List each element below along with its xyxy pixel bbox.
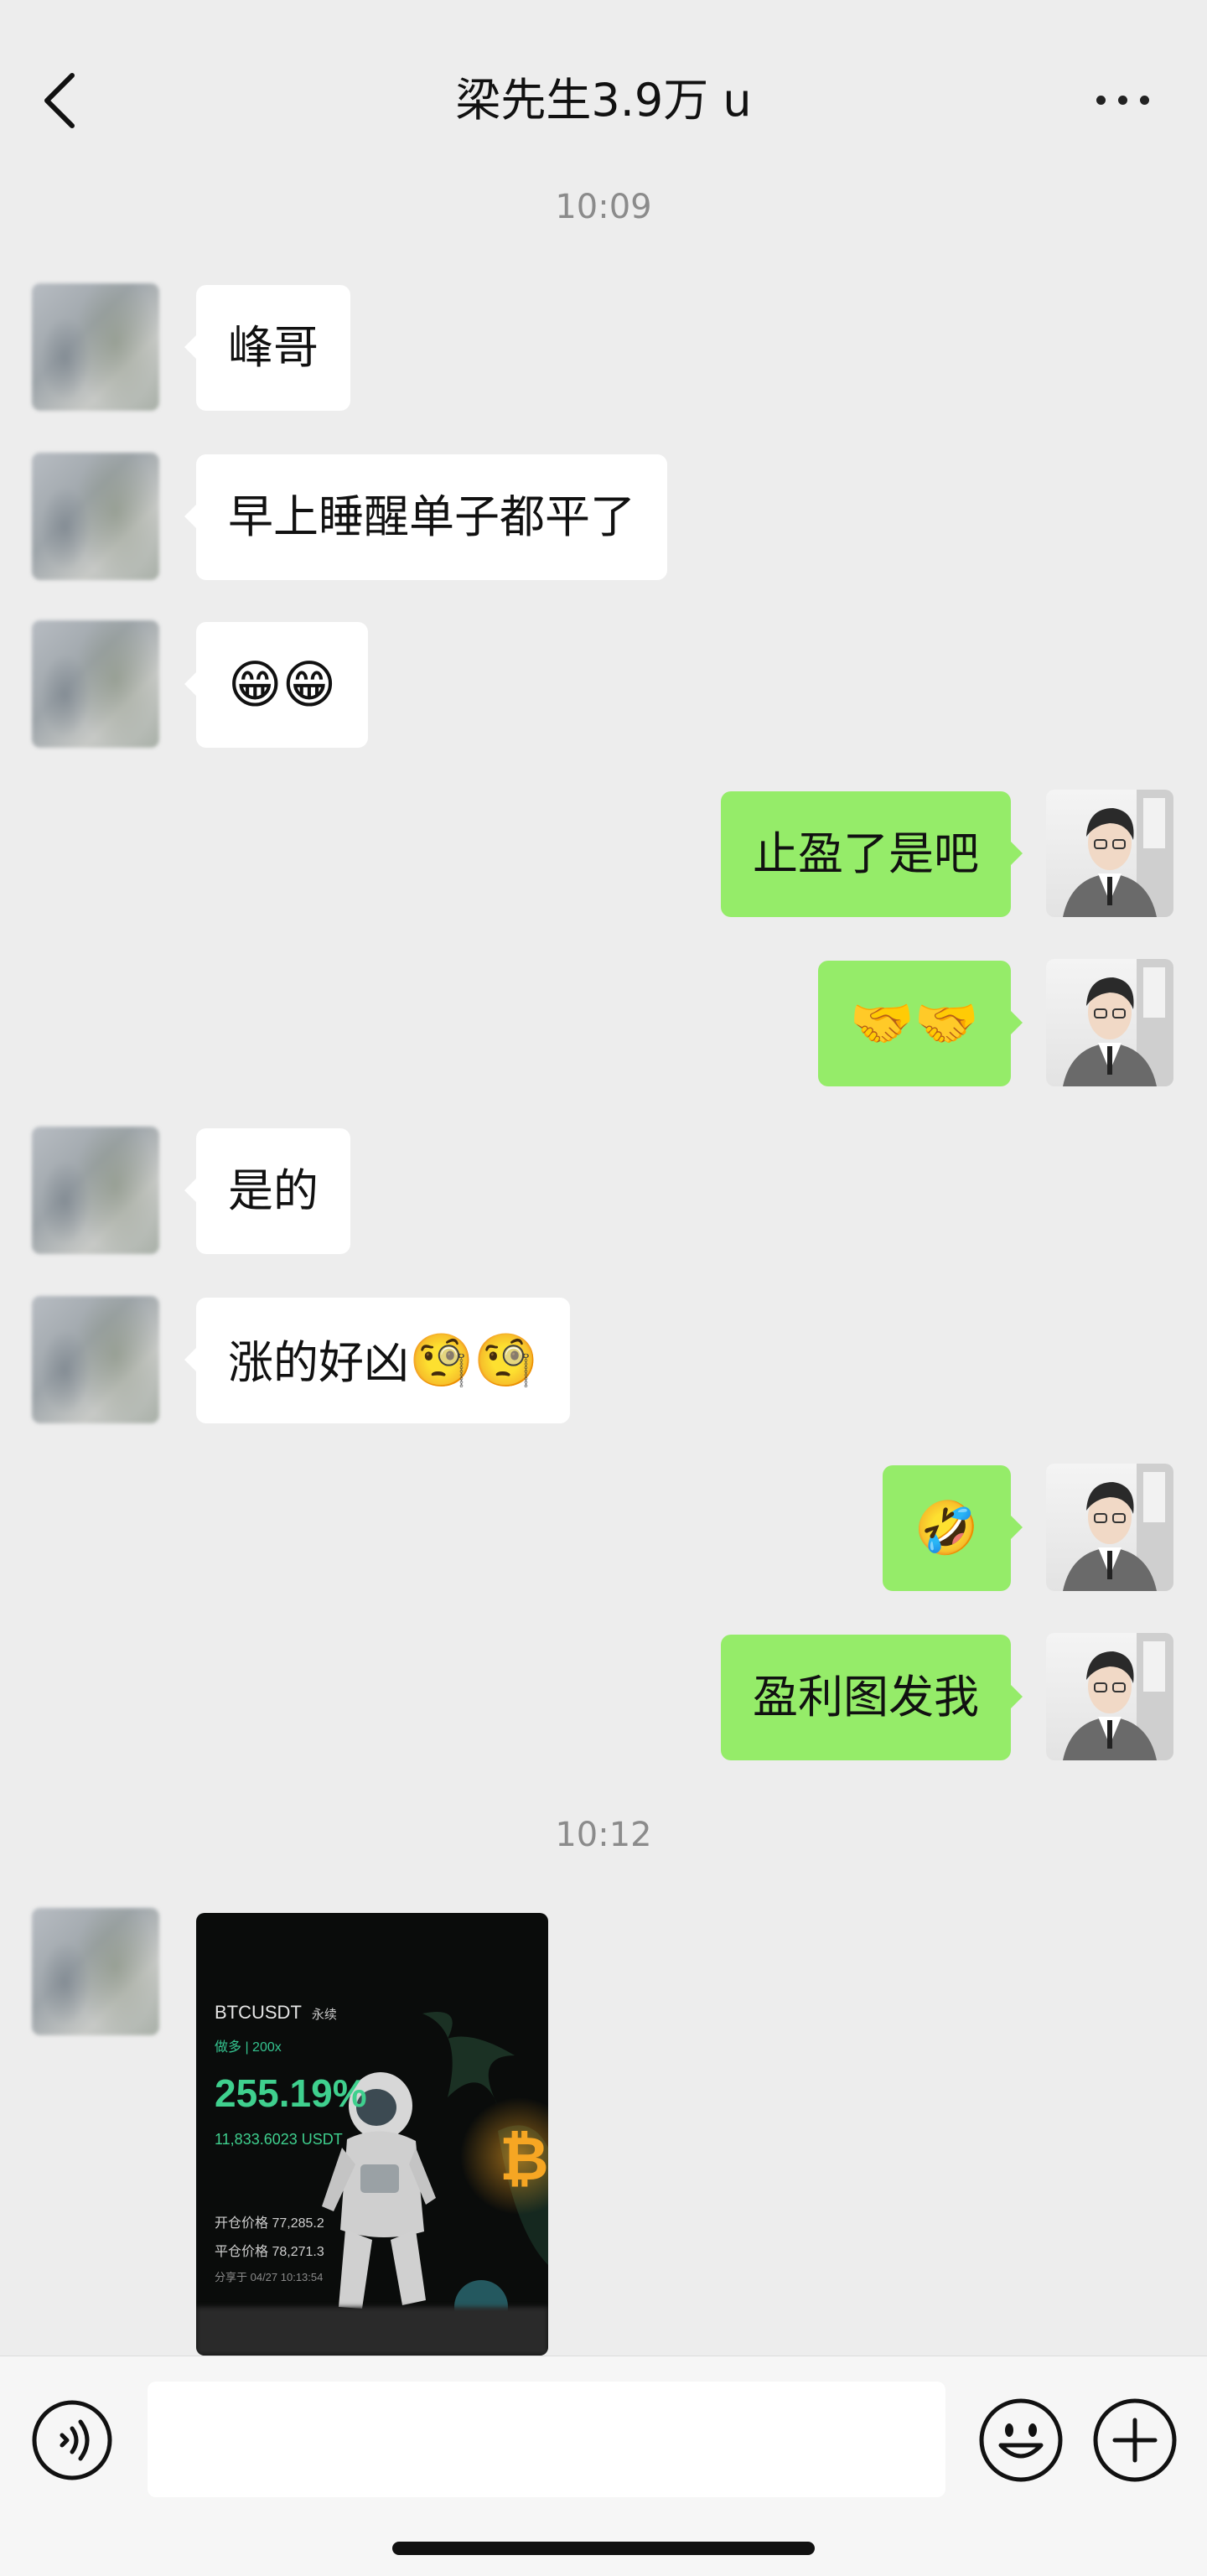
profit-percent: 255.19% bbox=[215, 2071, 367, 2115]
share-time: 分享于 04/27 10:13:54 bbox=[215, 2271, 324, 2283]
person-avatar-icon bbox=[1063, 959, 1173, 1086]
emoji-button[interactable] bbox=[977, 2397, 1065, 2484]
contact-avatar[interactable] bbox=[32, 1908, 159, 2035]
pair-label: BTCUSDT bbox=[215, 2002, 302, 2023]
message-bubble[interactable]: 止盈了是吧 bbox=[721, 791, 1023, 917]
profit-usdt: 11,833.6023 USDT bbox=[215, 2131, 343, 2148]
contact-avatar[interactable] bbox=[32, 620, 159, 748]
voice-icon bbox=[32, 2400, 112, 2480]
contact-avatar[interactable] bbox=[32, 1296, 159, 1423]
svg-text:₿: ₿ bbox=[500, 2123, 548, 2194]
voice-button[interactable] bbox=[30, 2398, 114, 2482]
message-bubble[interactable]: 😁😁 bbox=[184, 622, 369, 748]
contact-avatar[interactable] bbox=[32, 283, 159, 411]
message-bubble[interactable]: 峰哥 bbox=[184, 285, 350, 411]
person-avatar-icon bbox=[1063, 790, 1173, 917]
person-avatar-icon bbox=[1063, 1633, 1173, 1760]
message-bubble[interactable]: 涨的好凶🧐🧐 bbox=[184, 1298, 571, 1423]
more-dots-icon bbox=[1096, 96, 1106, 105]
trading-pair: BTCUSDT 永续 bbox=[215, 2002, 337, 2024]
contact-avatar[interactable] bbox=[32, 453, 159, 580]
timestamp: 10:09 bbox=[555, 188, 652, 226]
self-avatar[interactable] bbox=[1046, 1633, 1173, 1760]
timestamp: 10:12 bbox=[555, 1816, 652, 1854]
open-price: 开仓价格 77,285.2 bbox=[215, 2216, 324, 2231]
message-bubble[interactable]: 早上睡醒单子都平了 bbox=[184, 454, 667, 580]
message-bubble[interactable]: 🤝🤝 bbox=[817, 961, 1023, 1086]
image-message[interactable]: ₿ BTCUSDT 永续 做多 | 200x 255.19% 11,833.602… bbox=[196, 1913, 548, 2356]
message-text: 涨的好凶 bbox=[228, 1336, 409, 1389]
self-avatar[interactable] bbox=[1046, 959, 1173, 1086]
self-avatar[interactable] bbox=[1046, 790, 1173, 917]
chat-title: 梁先生3.9万 u bbox=[455, 74, 752, 127]
plus-button[interactable] bbox=[1091, 2397, 1179, 2484]
image-footer bbox=[196, 2307, 548, 2356]
person-avatar-icon bbox=[1063, 1464, 1173, 1591]
message-emoji: 🧐🧐 bbox=[409, 1329, 539, 1391]
message-bubble[interactable]: 盈利图发我 bbox=[721, 1635, 1023, 1760]
close-price: 平仓价格 78,271.3 bbox=[215, 2245, 324, 2259]
self-avatar[interactable] bbox=[1046, 1464, 1173, 1591]
home-indicator bbox=[392, 2542, 815, 2555]
perpetual-label: 永续 bbox=[311, 2008, 337, 2022]
plus-icon bbox=[1093, 2398, 1177, 2482]
emoji-icon bbox=[979, 2398, 1063, 2482]
message-bubble[interactable]: 🤣 bbox=[882, 1465, 1023, 1591]
message-input[interactable] bbox=[148, 2382, 945, 2497]
chat-header: 梁先生3.9万 u bbox=[0, 0, 1207, 176]
more-button[interactable] bbox=[1090, 84, 1157, 117]
side-leverage: 做多 | 200x bbox=[215, 2040, 282, 2055]
contact-avatar[interactable] bbox=[32, 1127, 159, 1254]
message-bubble[interactable]: 是的 bbox=[184, 1128, 350, 1254]
